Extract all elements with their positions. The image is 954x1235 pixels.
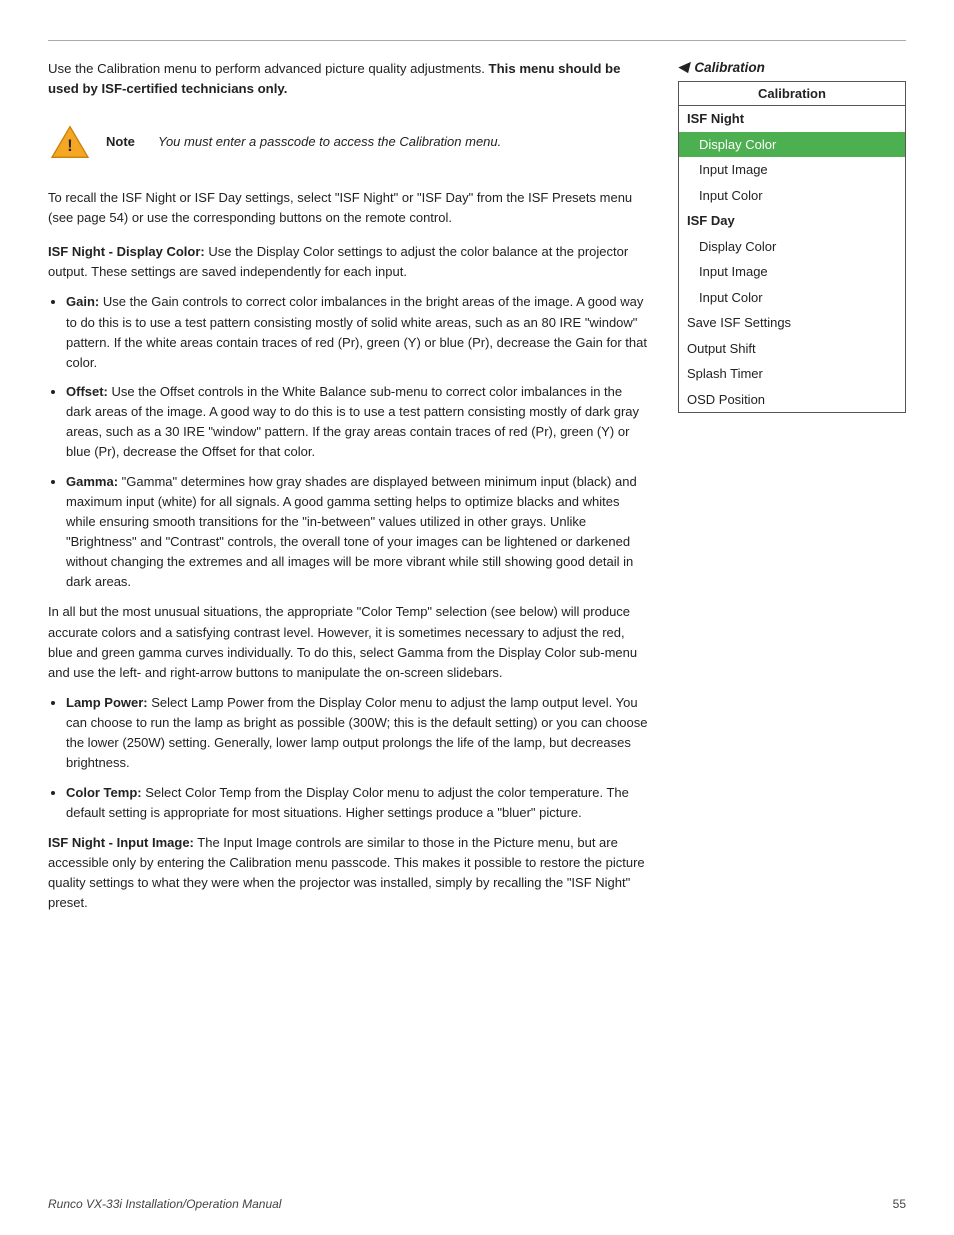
bullet-item-offset: Offset: Use the Offset controls in the W… <box>66 382 650 463</box>
section1-heading: ISF Night - Display Color: <box>48 244 205 259</box>
section1-intro: ISF Night - Display Color: Use the Displ… <box>48 242 650 282</box>
calibration-header-label: Calibration <box>694 60 765 75</box>
recall-text: To recall the ISF Night or ISF Day setti… <box>48 188 650 228</box>
menu-item-input-image-night[interactable]: Input Image <box>679 157 905 183</box>
page-footer: Runco VX-33i Installation/Operation Manu… <box>48 1197 906 1211</box>
main-layout: Use the Calibration menu to perform adva… <box>48 59 906 923</box>
bullet-gain-heading: Gain: <box>66 294 99 309</box>
menu-item-output-shift[interactable]: Output Shift <box>679 336 905 362</box>
left-content: Use the Calibration menu to perform adva… <box>48 59 650 923</box>
menu-item-input-image-day[interactable]: Input Image <box>679 259 905 285</box>
calibration-menu: Calibration ISF Night Display Color Inpu… <box>678 81 906 413</box>
bullet-offset-heading: Offset: <box>66 384 108 399</box>
intro-text-before: Use the Calibration menu to perform adva… <box>48 61 489 76</box>
menu-item-display-color-night[interactable]: Display Color <box>679 132 905 158</box>
menu-item-isfday: ISF Day <box>679 208 905 234</box>
bullet-gain-text: Use the Gain controls to correct color i… <box>66 294 647 369</box>
intro-paragraph: Use the Calibration menu to perform adva… <box>48 59 650 100</box>
section2-para: ISF Night - Input Image: The Input Image… <box>48 833 650 914</box>
footer-page-number: 55 <box>893 1197 906 1211</box>
menu-item-splash-timer[interactable]: Splash Timer <box>679 361 905 387</box>
left-arrow-icon: ◀ <box>678 59 688 75</box>
bullet-item-gain: Gain: Use the Gain controls to correct c… <box>66 292 650 373</box>
menu-item-isfnight: ISF Night <box>679 106 905 132</box>
bullet-item-colortemp: Color Temp: Select Color Temp from the D… <box>66 783 650 823</box>
section2-heading: ISF Night - Input Image: <box>48 835 194 850</box>
bullet-list-2: Lamp Power: Select Lamp Power from the D… <box>66 693 650 823</box>
footer-left: Runco VX-33i Installation/Operation Manu… <box>48 1197 281 1211</box>
menu-item-save-isf[interactable]: Save ISF Settings <box>679 310 905 336</box>
note-label: Note <box>106 134 144 149</box>
bullet-lamp-text: Select Lamp Power from the Display Color… <box>66 695 647 770</box>
note-text: You must enter a passcode to access the … <box>158 132 501 152</box>
warning-icon: ! <box>48 120 92 164</box>
bullet-colortemp-heading: Color Temp: <box>66 785 142 800</box>
svg-text:!: ! <box>67 137 72 155</box>
bullet-item-lamp: Lamp Power: Select Lamp Power from the D… <box>66 693 650 774</box>
top-rule <box>48 40 906 41</box>
bullet-colortemp-text: Select Color Temp from the Display Color… <box>66 785 629 820</box>
menu-item-osd-position[interactable]: OSD Position <box>679 387 905 413</box>
bullet-list-1: Gain: Use the Gain controls to correct c… <box>66 292 650 592</box>
bullet-item-gamma: Gamma: "Gamma" determines how gray shade… <box>66 472 650 593</box>
bullet-gamma-text: "Gamma" determines how gray shades are d… <box>66 474 637 590</box>
bullet-gamma-heading: Gamma: <box>66 474 118 489</box>
right-sidebar: ◀ Calibration Calibration ISF Night Disp… <box>678 59 906 413</box>
calibration-section-header: ◀ Calibration <box>678 59 906 75</box>
bullet-lamp-heading: Lamp Power: <box>66 695 148 710</box>
menu-item-input-color-night[interactable]: Input Color <box>679 183 905 209</box>
bullet-offset-text: Use the Offset controls in the White Bal… <box>66 384 639 459</box>
menu-item-input-color-day[interactable]: Input Color <box>679 285 905 311</box>
menu-title: Calibration <box>679 82 905 106</box>
note-box: ! Note You must enter a passcode to acce… <box>48 116 650 168</box>
page-container: Use the Calibration menu to perform adva… <box>0 0 954 963</box>
menu-item-display-color-day[interactable]: Display Color <box>679 234 905 260</box>
gamma-extra-para: In all but the most unusual situations, … <box>48 602 650 683</box>
